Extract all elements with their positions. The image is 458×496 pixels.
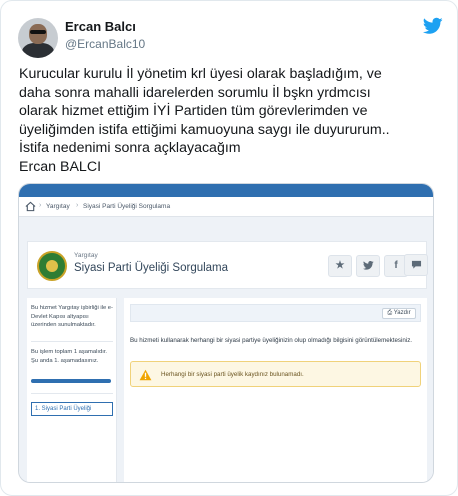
service-provider-info: Bu hizmet Yargıtay işbirliği ile e-Devle… [31, 305, 113, 328]
breadcrumb-separator: › [39, 202, 42, 209]
toolbar: ⎙ Yazdır [130, 304, 421, 322]
main-panel: ⎙ Yazdır Bu hizmeti kullanarak herhangi … [124, 298, 427, 482]
divider [31, 341, 113, 342]
service-description: Bu hizmeti kullanarak herhangi bir siyas… [130, 337, 413, 344]
institution-name: Yargıtay [74, 252, 98, 259]
comment-icon[interactable] [404, 254, 428, 276]
browser-top-bar [19, 184, 433, 197]
home-icon[interactable] [25, 201, 36, 212]
divider [31, 393, 113, 394]
twitter-icon[interactable] [356, 255, 380, 277]
warning-icon [139, 369, 152, 381]
attached-screenshot[interactable]: › Yargıtay › Siyasi Parti Üyeliği Sorgul… [18, 183, 434, 483]
print-label: Yazdır [393, 310, 411, 316]
progress-bar [31, 379, 111, 383]
breadcrumb: › Yargıtay › Siyasi Parti Üyeliği Sorgul… [19, 197, 433, 217]
yargitay-logo [37, 251, 67, 281]
breadcrumb-item-yargitay[interactable]: Yargıtay [46, 203, 70, 210]
twitter-bird-icon[interactable] [423, 17, 443, 35]
service-title: Siyasi Parti Üyeliği Sorgulama [74, 262, 229, 274]
warning-text: Herhangi bir siyasi parti üyelik kaydını… [161, 371, 304, 378]
display-name[interactable]: Ercan Balcı [65, 19, 136, 34]
step-info: Bu işlem toplam 1 aşamalıdır. Şu anda 1.… [31, 349, 108, 364]
progress-fill [31, 379, 111, 383]
avatar[interactable] [18, 18, 58, 58]
tweet-text: Kurucular kurulu İl yönetim krl üyesi ol… [19, 66, 390, 175]
user-handle[interactable]: @ErcanBalc10 [65, 37, 145, 51]
tweet-card: Ercan Balcı @ErcanBalc10 Kurucular kurul… [0, 0, 458, 496]
sidebar: Bu hizmet Yargıtay işbirliği ile e-Devle… [27, 298, 117, 482]
service-header: Yargıtay Siyasi Parti Üyeliği Sorgulama … [27, 241, 427, 289]
warning-alert: Herhangi bir siyasi parti üyelik kaydını… [130, 361, 421, 387]
print-button[interactable]: ⎙ Yazdır [382, 308, 416, 319]
breadcrumb-separator: › [76, 202, 79, 209]
printer-icon: ⎙ [387, 310, 393, 316]
step-link[interactable]: 1. Siyasi Parti Üyeliği [31, 402, 113, 416]
star-icon[interactable]: ★ [328, 255, 352, 277]
breadcrumb-item-current: Siyasi Parti Üyeliği Sorgulama [83, 203, 171, 210]
